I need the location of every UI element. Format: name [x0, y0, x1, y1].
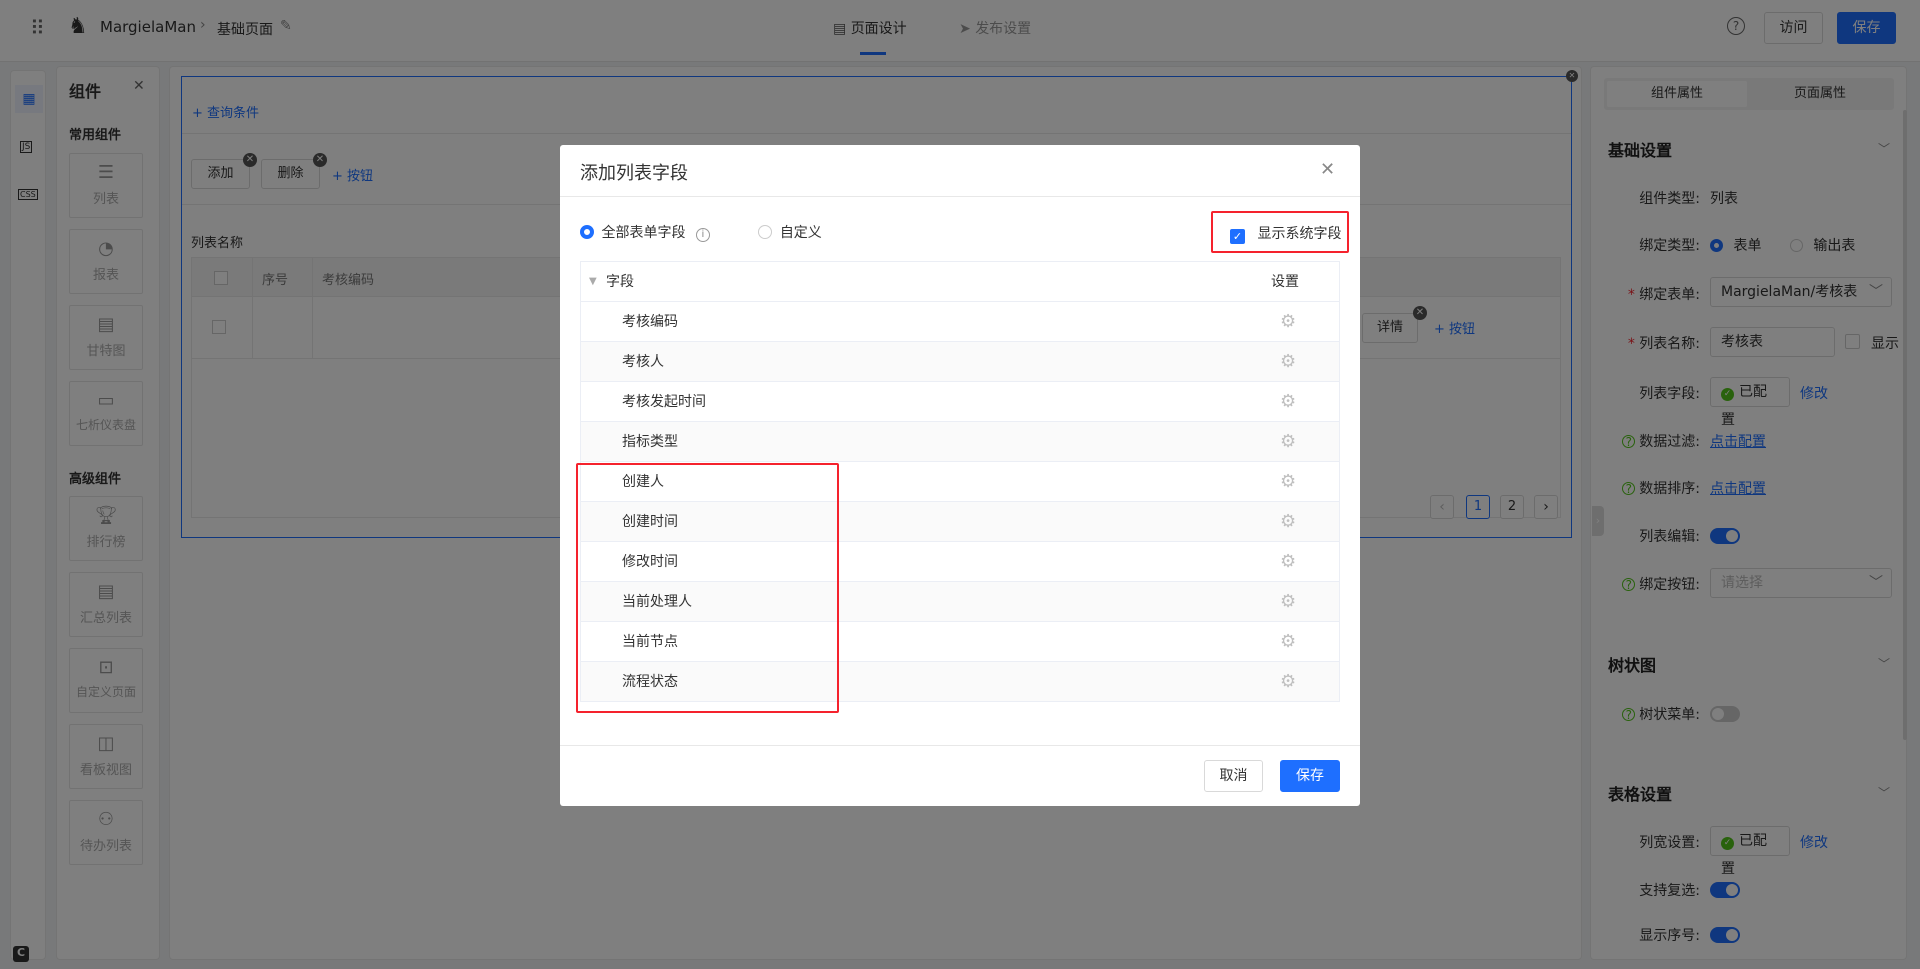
gear-icon[interactable]: ⚙	[1280, 582, 1296, 622]
caret-down-icon[interactable]: ▼	[589, 262, 597, 302]
gear-icon[interactable]: ⚙	[1280, 422, 1296, 462]
gear-icon[interactable]: ⚙	[1280, 342, 1296, 382]
info-icon[interactable]: i	[695, 228, 710, 242]
radio-label: 全部表单字段	[601, 225, 686, 241]
gear-icon[interactable]: ⚙	[1280, 542, 1296, 582]
add-list-fields-dialog: 添加列表字段 ✕ 全部表单字段 i 自定义 ✓ 显示系统字段 ▼ 字段 设置 考…	[560, 145, 1360, 806]
cancel-button[interactable]: 取消	[1204, 760, 1263, 792]
highlight-box-system-checkbox	[1211, 211, 1349, 253]
radio-all-fields[interactable]	[580, 225, 594, 239]
gear-icon[interactable]: ⚙	[1280, 382, 1296, 422]
gear-icon[interactable]: ⚙	[1280, 622, 1296, 662]
dialog-title: 添加列表字段	[580, 163, 688, 184]
field-row: 考核发起时间 ⚙	[580, 382, 1340, 422]
column-header-field: 字段	[606, 274, 634, 290]
field-name: 考核编码	[622, 314, 678, 330]
divider	[560, 196, 1360, 197]
gear-icon[interactable]: ⚙	[1280, 462, 1296, 502]
field-row: 考核人 ⚙	[580, 342, 1340, 382]
field-name: 指标类型	[622, 434, 678, 450]
field-source-radio-group: 全部表单字段 i 自定义	[580, 222, 822, 242]
column-header-settings: 设置	[1271, 274, 1299, 290]
gear-icon[interactable]: ⚙	[1280, 502, 1296, 542]
gear-icon[interactable]: ⚙	[1280, 662, 1296, 702]
field-row: 指标类型 ⚙	[580, 422, 1340, 462]
fields-table-header: ▼ 字段 设置	[580, 261, 1340, 302]
close-dialog-icon[interactable]: ✕	[1320, 159, 1335, 180]
gear-icon[interactable]: ⚙	[1280, 302, 1296, 342]
radio-custom[interactable]	[758, 225, 773, 239]
field-row: 考核编码 ⚙	[580, 302, 1340, 342]
field-name: 考核人	[622, 354, 664, 370]
divider	[560, 745, 1360, 746]
field-name: 考核发起时间	[622, 394, 706, 410]
highlight-box-system-fields	[576, 463, 839, 713]
save-button[interactable]: 保存	[1280, 760, 1340, 792]
radio-label: 自定义	[779, 225, 822, 241]
